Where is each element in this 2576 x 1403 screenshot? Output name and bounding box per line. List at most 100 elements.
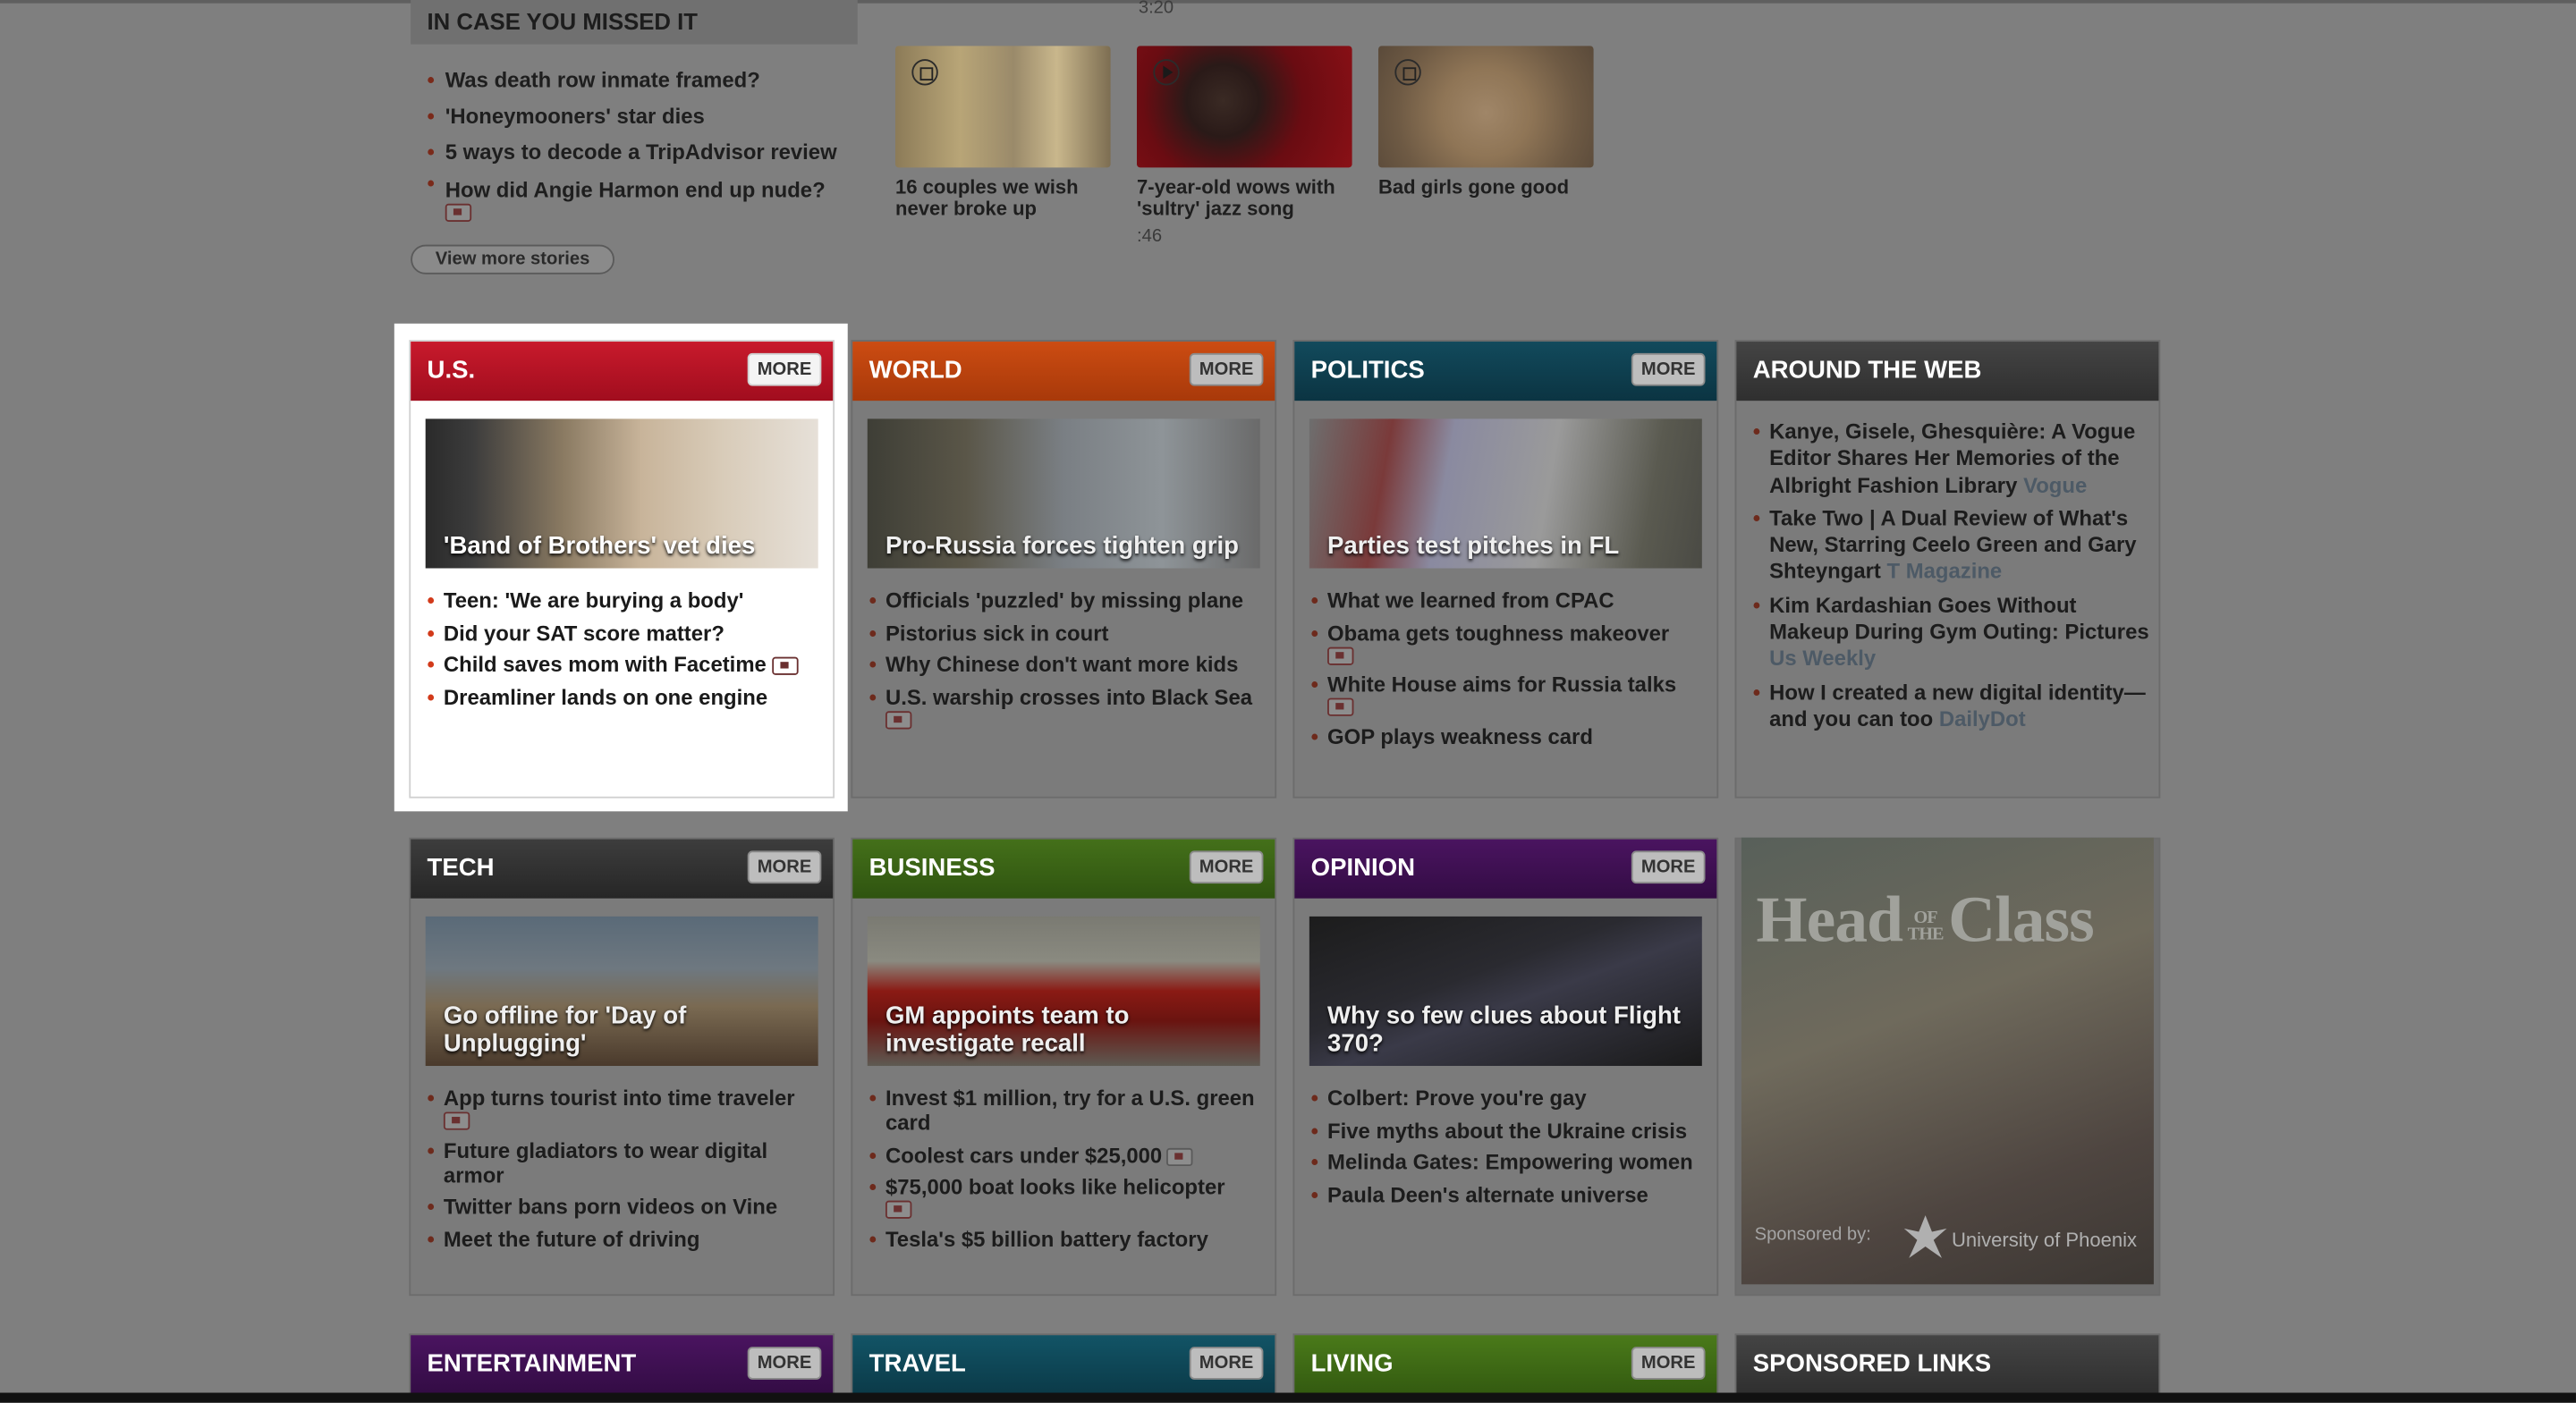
section-title[interactable]: POLITICS [1311, 357, 1425, 385]
more-button[interactable]: MORE [1631, 850, 1706, 884]
section-header[interactable]: LIVING MORE [1294, 1335, 1717, 1395]
lead-story-headline[interactable]: 'Band of Brothers' vet dies [426, 532, 818, 568]
story-link[interactable]: Child saves mom with Facetime [444, 652, 767, 677]
section-title[interactable]: TRAVEL [869, 1350, 966, 1378]
list-item[interactable]: Take Two | A Dual Review of What's New, … [1753, 506, 2152, 587]
more-button[interactable]: MORE [1189, 850, 1264, 884]
lead-story-image[interactable]: GM appoints team to investigate recall [867, 916, 1260, 1067]
list-item[interactable]: Future gladiators to wear digital armor [428, 1137, 822, 1187]
section-header[interactable]: BUSINESS MORE [852, 839, 1275, 899]
story-link[interactable]: $75,000 boat looks like helicopter [886, 1174, 1225, 1199]
list-item[interactable]: Colbert: Prove you're gay [1311, 1086, 1706, 1111]
lead-story-image[interactable]: Pro-Russia forces tighten grip [867, 418, 1260, 569]
lead-story-headline[interactable]: Pro-Russia forces tighten grip [868, 532, 1260, 568]
section-header[interactable]: TECH MORE [411, 839, 834, 899]
thumb-caption[interactable]: 16 couples we wish never broke up [895, 176, 1117, 220]
sponsored-ad[interactable]: Head OF THE Class Sponsored by: University … [1741, 837, 2154, 1285]
source-label[interactable]: Vogue [2023, 472, 2087, 497]
list-item[interactable]: 5 ways to decode a TripAdvisor review [428, 135, 871, 171]
list-item[interactable]: Paula Deen's alternate universe [1311, 1182, 1706, 1207]
lead-story-headline[interactable]: Go offline for 'Day of Unplugging' [426, 1002, 818, 1066]
lead-story-image[interactable]: Why so few clues about Flight 370? [1309, 916, 1702, 1067]
view-more-stories-button[interactable]: View more stories [411, 244, 614, 275]
more-button[interactable]: MORE [1189, 1347, 1264, 1380]
thumb-bad-girls[interactable] [1377, 46, 1594, 168]
list-item[interactable]: Invest $1 million, try for a U.S. green … [869, 1086, 1264, 1135]
ad-title-small: OF THE [1908, 909, 1945, 943]
section-title[interactable]: TECH [428, 854, 495, 882]
more-button[interactable]: MORE [747, 1347, 822, 1380]
list-item[interactable]: Teen: 'We are burying a body' [428, 588, 822, 613]
list-item[interactable]: Twitter bans porn videos on Vine [428, 1194, 822, 1219]
list-item[interactable]: App turns tourist into time traveler [428, 1086, 822, 1130]
list-item[interactable]: GOP plays weakness card [1311, 723, 1706, 748]
list-item[interactable]: Meet the future of driving [428, 1226, 822, 1251]
list-item[interactable]: Why Chinese don't want more kids [869, 652, 1264, 677]
thumb-couples[interactable] [895, 46, 1111, 168]
source-label[interactable]: T Magazine [1887, 559, 2003, 584]
story-link[interactable]: App turns tourist into time traveler [444, 1086, 795, 1111]
list-item[interactable]: Obama gets toughness makeover [1311, 620, 1706, 664]
list-item[interactable]: Dreamliner lands on one engine [428, 684, 822, 709]
sponsor-logo[interactable]: University of Phoenix [1902, 1212, 2146, 1264]
story-link[interactable]: Obama gets toughness makeover [1327, 620, 1669, 645]
list-item[interactable]: Five myths about the Ukraine crisis [1311, 1118, 1706, 1143]
list-item[interactable]: Officials 'puzzled' by missing plane [869, 588, 1264, 613]
story-link[interactable]: Was death row inmate framed? [445, 67, 760, 92]
section-title[interactable]: BUSINESS [869, 854, 996, 882]
list-item[interactable]: Kim Kardashian Goes Without Makeup Durin… [1753, 593, 2152, 673]
section-header[interactable]: WORLD MORE [852, 342, 1275, 401]
list-item[interactable]: $75,000 boat looks like helicopter [869, 1174, 1264, 1219]
more-button[interactable]: MORE [747, 850, 822, 884]
lead-story-image[interactable]: Go offline for 'Day of Unplugging' [425, 916, 818, 1067]
lead-story-image[interactable]: Parties test pitches in FL [1309, 418, 1702, 569]
story-link[interactable]: 'Honeymooners' star dies [445, 104, 705, 129]
list-item[interactable]: How I created a new digital identity—and… [1753, 680, 2152, 733]
more-button[interactable]: MORE [747, 352, 822, 386]
list-item[interactable]: Was death row inmate framed? [428, 63, 871, 98]
list-item[interactable]: 'Honeymooners' star dies [428, 98, 871, 134]
more-button[interactable]: MORE [1189, 352, 1264, 386]
list-item[interactable]: U.S. warship crosses into Black Sea [869, 684, 1264, 729]
list-item[interactable]: Child saves mom with Facetime [428, 652, 822, 677]
section-title[interactable]: OPINION [1311, 854, 1415, 882]
section-title[interactable]: WORLD [869, 357, 962, 385]
list-item[interactable]: Coolest cars under $25,000 [869, 1142, 1264, 1167]
more-button[interactable]: MORE [1631, 352, 1706, 386]
lead-story-headline[interactable]: GM appoints team to investigate recall [868, 1002, 1260, 1066]
list-item[interactable]: What we learned from CPAC [1311, 588, 1706, 613]
story-link[interactable]: White House aims for Russia talks [1327, 672, 1676, 697]
section-title[interactable]: ENTERTAINMENT [428, 1350, 637, 1378]
section-header[interactable]: OPINION MORE [1294, 839, 1717, 899]
source-label[interactable]: DailyDot [1939, 706, 2026, 731]
list-item[interactable]: How did Angie Harmon end up nude? [428, 171, 871, 222]
thumb-caption[interactable]: Bad girls gone good [1378, 176, 1600, 199]
list-item[interactable]: Melinda Gates: Empowering women [1311, 1150, 1706, 1175]
lead-story-image[interactable]: 'Band of Brothers' vet dies [425, 418, 818, 569]
list-item[interactable]: Did your SAT score matter? [428, 620, 822, 645]
story-link[interactable]: Coolest cars under $25,000 [886, 1142, 1162, 1167]
source-label[interactable]: Us Weekly [1769, 647, 1876, 672]
lead-story-headline[interactable]: Why so few clues about Flight 370? [1309, 1002, 1702, 1066]
thumb-caption[interactable]: 7-year-old wows with 'sultry' jazz song [1137, 176, 1359, 220]
section-header[interactable]: POLITICS MORE [1294, 342, 1717, 401]
story-link[interactable]: Kim Kardashian Goes Without Makeup Durin… [1769, 593, 2149, 644]
story-link[interactable]: U.S. warship crosses into Black Sea [886, 684, 1252, 709]
section-header[interactable]: TRAVEL MORE [852, 1335, 1275, 1395]
gallery-icon [911, 59, 938, 86]
section-header[interactable]: ENTERTAINMENT MORE [411, 1335, 834, 1395]
list-item[interactable]: Tesla's $5 billion battery factory [869, 1226, 1264, 1251]
section-title[interactable]: LIVING [1311, 1350, 1394, 1378]
lead-story-headline[interactable]: Parties test pitches in FL [1309, 532, 1702, 568]
thumb-jazz-singer[interactable] [1136, 46, 1352, 168]
more-button[interactable]: MORE [1631, 1347, 1706, 1380]
list-item[interactable]: Kanye, Gisele, Ghesquière: A Vogue Edito… [1753, 418, 2152, 499]
section-title[interactable]: U.S. [428, 357, 476, 385]
story-link[interactable]: 5 ways to decode a TripAdvisor review [445, 139, 837, 165]
section-header: SPONSORED LINKS [1736, 1335, 2159, 1395]
list-item[interactable]: Pistorius sick in court [869, 620, 1264, 645]
section-header[interactable]: U.S. MORE [411, 342, 834, 401]
story-link[interactable]: How did Angie Harmon end up nude? [445, 177, 826, 202]
ad-headline: Head OF THE Class [1756, 880, 2094, 957]
list-item[interactable]: White House aims for Russia talks [1311, 672, 1706, 716]
